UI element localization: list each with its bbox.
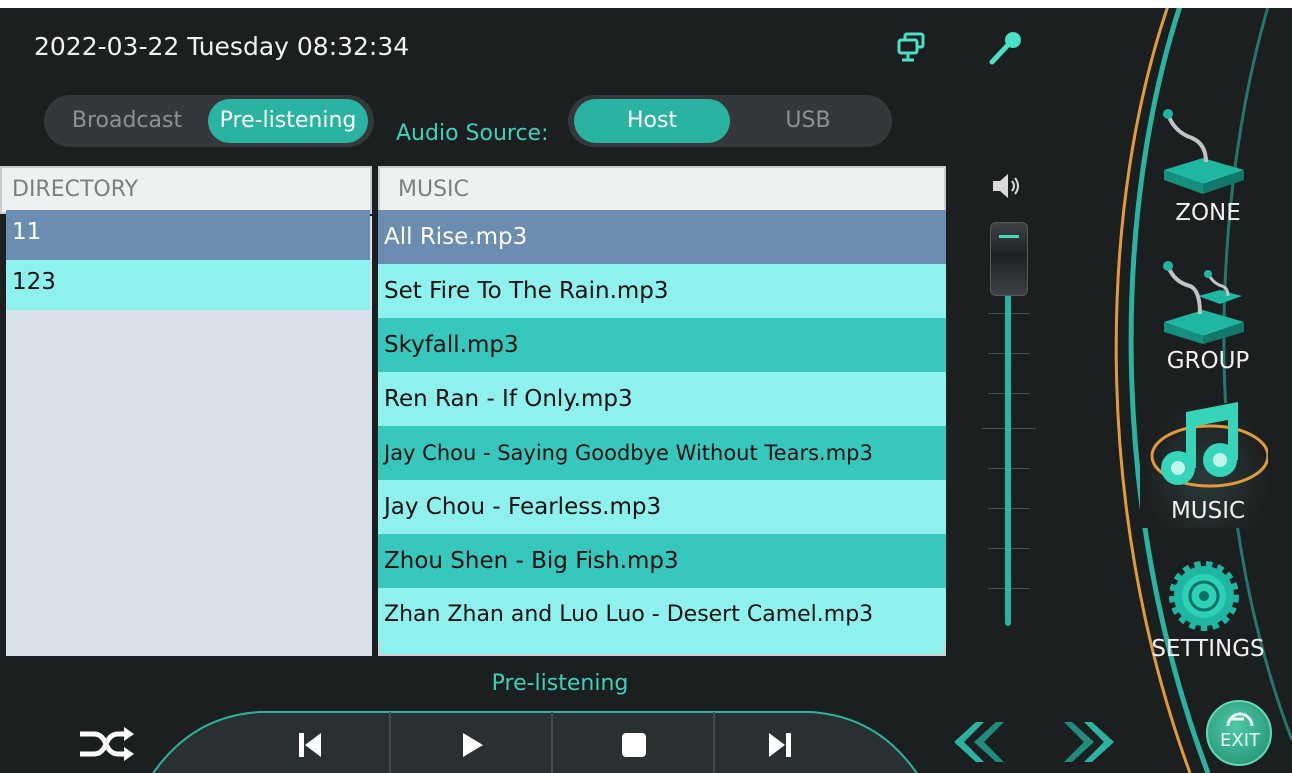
music-item[interactable]: Jay Chou - Saying Goodbye Without Tears.… [378, 426, 946, 480]
exit-button[interactable]: EXIT [1206, 700, 1272, 766]
volume-slider-knob[interactable] [990, 222, 1028, 296]
audio-source-label: Audio Source: [396, 121, 549, 146]
music-item[interactable]: Ren Ran - If Only.mp3 [378, 372, 946, 426]
screen: 2022-03-22 Tuesday 08:32:34 Broadcast Pr… [0, 8, 1292, 773]
gear-icon[interactable] [1166, 558, 1242, 634]
audio-source-toggle: Host USB [568, 95, 892, 147]
microphone-icon[interactable] [986, 28, 1026, 68]
volume-slider-track[interactable] [1005, 238, 1011, 626]
mode-toggle: Broadcast Pre-listening [44, 95, 374, 147]
stop-icon [622, 732, 646, 757]
stop-button[interactable] [554, 708, 714, 773]
directory-item[interactable]: 11 [6, 210, 370, 260]
speaker-icon [993, 174, 1019, 198]
exit-label: EXIT [1219, 730, 1260, 751]
sidebar-item-zone[interactable]: ZONE [1138, 200, 1278, 226]
next-button[interactable] [700, 708, 860, 773]
playback-status: Pre-listening [491, 671, 629, 696]
pre-listening-tab[interactable]: Pre-listening [208, 99, 368, 143]
play-button[interactable] [392, 708, 552, 773]
group-mic-icon[interactable] [1158, 258, 1248, 348]
music-item[interactable]: Skyfall.mp3 [378, 318, 946, 372]
music-item[interactable]: Jay Chou - Fearless.mp3 [378, 480, 946, 534]
host-button[interactable]: Host [574, 99, 730, 143]
play-icon [463, 732, 483, 757]
sidebar-item-settings[interactable]: SETTINGS [1138, 636, 1278, 662]
directory-item[interactable]: 123 [6, 260, 370, 310]
sidebar-item-music[interactable]: MUSIC [1138, 498, 1278, 524]
music-item[interactable]: All Rise.mp3 [378, 210, 946, 264]
music-item[interactable]: Set Fire To The Rain.mp3 [378, 264, 946, 318]
datetime: 2022-03-22 Tuesday 08:32:34 [34, 32, 410, 61]
sidebar-item-group[interactable]: GROUP [1138, 348, 1278, 374]
monitor-icon[interactable] [893, 28, 933, 68]
page-left-icon[interactable] [944, 716, 1004, 768]
page-right-icon[interactable] [1064, 716, 1124, 768]
previous-button[interactable] [230, 708, 390, 773]
broadcast-tab[interactable]: Broadcast [52, 99, 202, 143]
exit-icon [1226, 712, 1254, 727]
music-item[interactable]: Zhou Shen - Big Fish.mp3 [378, 534, 946, 588]
previous-icon [299, 732, 321, 757]
top-margin [0, 0, 1292, 8]
next-icon [769, 732, 791, 757]
usb-button[interactable]: USB [738, 99, 878, 143]
music-note-icon[interactable] [1148, 398, 1268, 498]
music-item[interactable]: Zhan Zhan and Luo Luo - Desert Camel.mp3 [378, 588, 946, 642]
gooseneck-mic-icon[interactable] [1158, 108, 1248, 198]
shuffle-icon[interactable] [78, 724, 134, 764]
directory-header: DIRECTORY [0, 166, 372, 214]
music-header: MUSIC [378, 166, 946, 214]
